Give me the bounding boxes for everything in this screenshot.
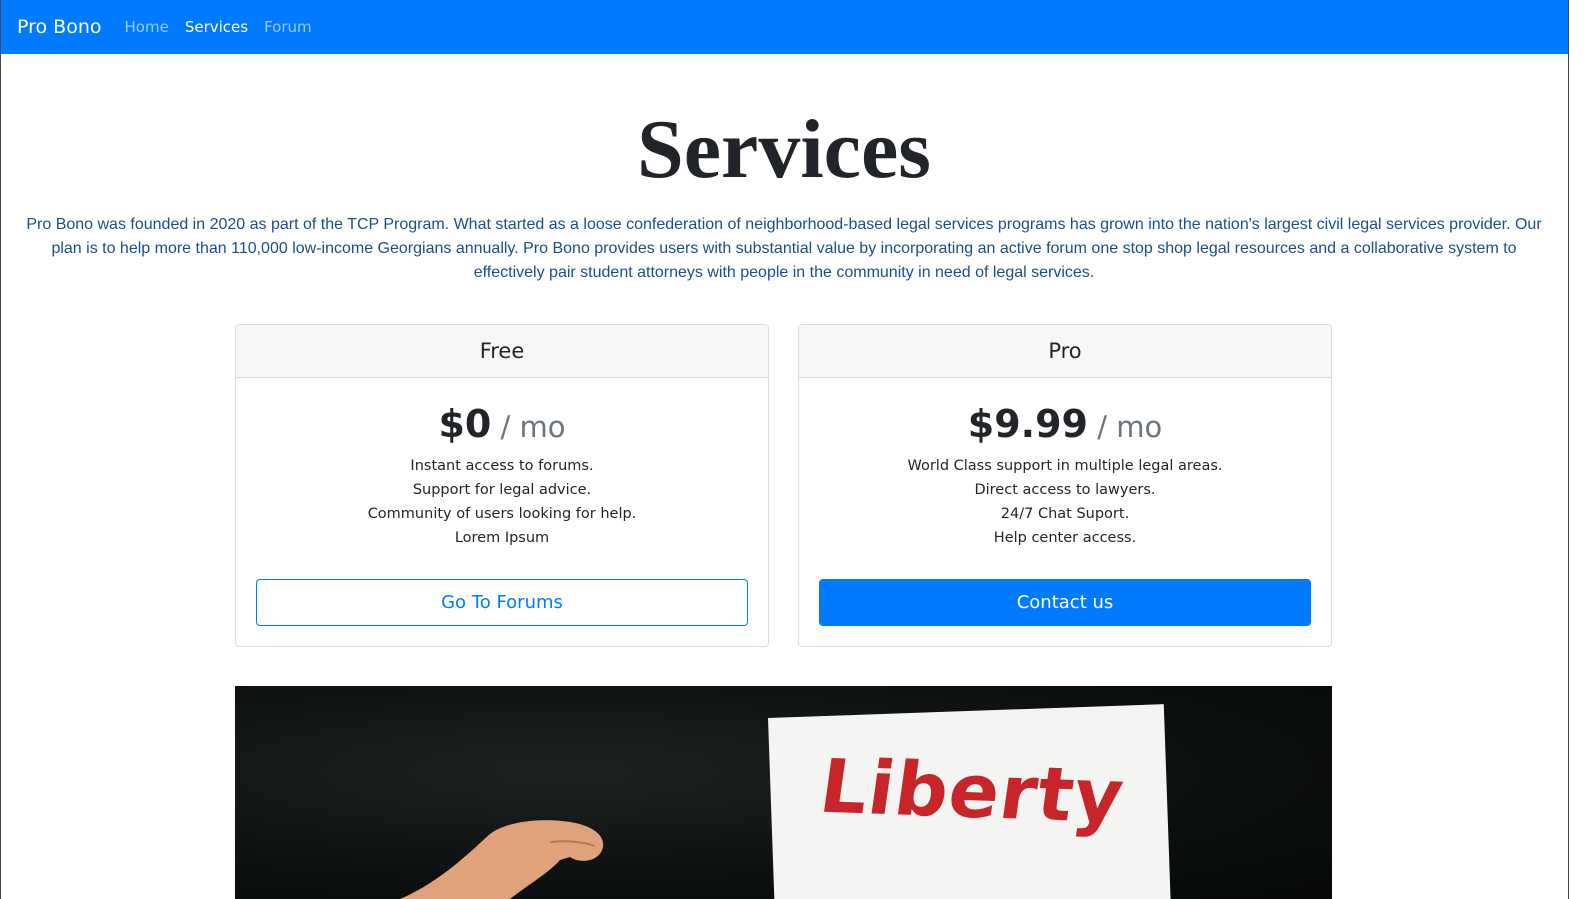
feature-item: Community of users looking for help. [367, 506, 637, 522]
sign-lettering: Liberty [814, 743, 1130, 841]
nav-link-home[interactable]: Home [125, 18, 169, 36]
nav-link-forum[interactable]: Forum [264, 18, 312, 36]
feature-list: Instant access to forums. Support for le… [236, 454, 768, 550]
price-unit: / mo [491, 410, 566, 444]
protest-sign: Liberty [768, 704, 1171, 899]
go-to-forums-button[interactable]: Go To Forums [256, 579, 748, 626]
feature-item: Direct access to lawyers. [974, 482, 1156, 498]
plan-name: Pro [799, 325, 1331, 378]
plan-card-free: Free $0 / mo Instant access to forums. S… [235, 324, 769, 647]
feature-item: Lorem Ipsum [454, 530, 550, 546]
brand-link[interactable]: Pro Bono [17, 16, 102, 38]
feature-item: Support for legal advice. [412, 482, 592, 498]
navbar: Pro Bono Home Services Forum [1, 0, 1568, 54]
plan-price: $9.99 / mo [799, 402, 1331, 446]
intro-paragraph: Pro Bono was founded in 2020 as part of … [26, 216, 1542, 281]
feature-item: Help center access. [993, 530, 1137, 546]
feature-item: 24/7 Chat Suport. [1000, 506, 1130, 522]
feature-item: Instant access to forums. [410, 458, 594, 474]
price-unit: / mo [1088, 410, 1163, 444]
plan-card-pro: Pro $9.99 / mo World Class support in mu… [798, 324, 1332, 647]
plan-name: Free [236, 325, 768, 378]
price-amount: $0 [438, 402, 492, 446]
scrollbar-track[interactable] [1568, 0, 1587, 899]
contact-us-button[interactable]: Contact us [819, 579, 1311, 626]
page-title: Services [637, 103, 931, 196]
feature-list: World Class support in multiple legal ar… [799, 454, 1331, 550]
raised-fist-image [400, 820, 604, 899]
plan-price: $0 / mo [236, 402, 768, 446]
feature-item: World Class support in multiple legal ar… [907, 458, 1223, 474]
price-amount: $9.99 [967, 402, 1088, 446]
nav-link-services[interactable]: Services [185, 18, 248, 36]
